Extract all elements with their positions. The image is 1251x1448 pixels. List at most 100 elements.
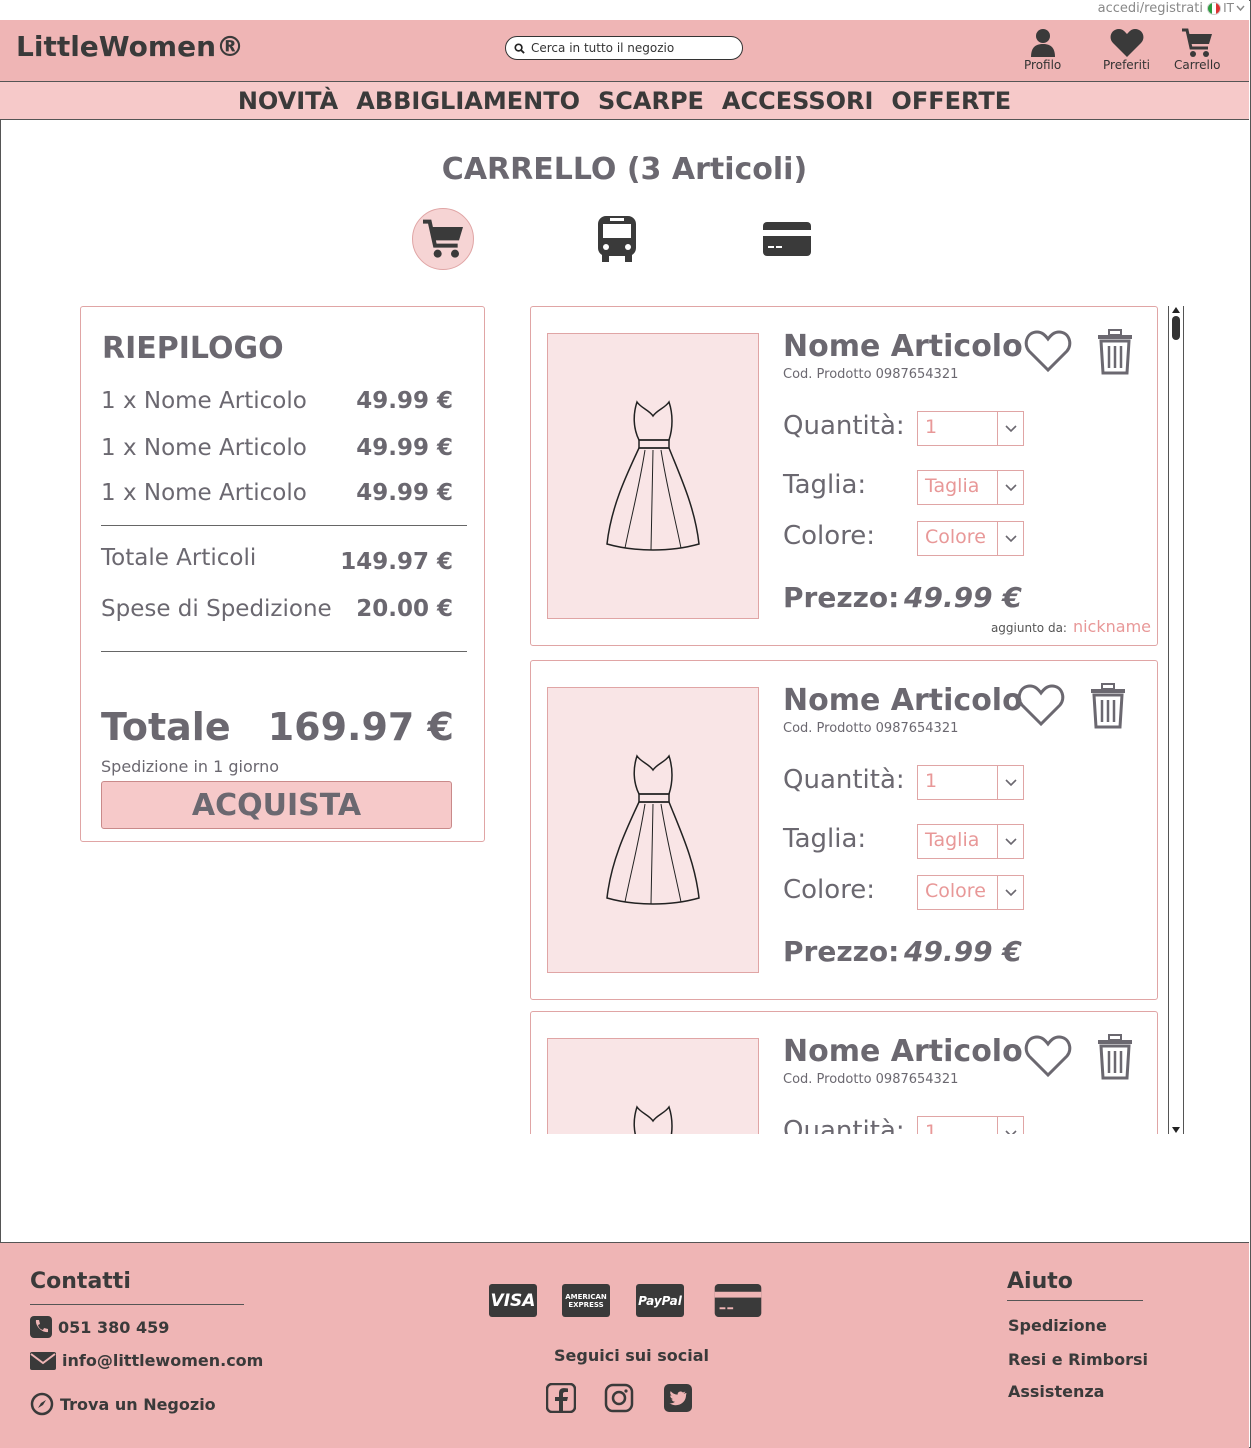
paypal-text: PayPal <box>638 1293 682 1308</box>
user-icon <box>1030 29 1055 57</box>
visa-icon: VISA <box>489 1284 537 1317</box>
color-value: Colore <box>925 526 986 548</box>
profile-button[interactable]: Profilo <box>1024 28 1061 72</box>
help-link-returns[interactable]: Resi e Rimborsi <box>1008 1350 1148 1369</box>
quantity-select[interactable]: 1 <box>917 411 1024 446</box>
search-icon[interactable] <box>514 42 525 54</box>
product-image[interactable] <box>547 333 759 619</box>
summary-line-value: 49.99 € <box>356 480 453 506</box>
cart-item: Nome Articolo Cod. Prodotto 0987654321 Q… <box>530 306 1158 646</box>
favorites-label: Preferiti <box>1103 58 1150 72</box>
size-select[interactable]: Taglia <box>917 824 1024 859</box>
color-label: Colore: <box>783 875 876 905</box>
total-value: 169.97 € <box>267 705 454 749</box>
facebook-icon[interactable] <box>546 1383 576 1413</box>
trash-icon[interactable] <box>1096 329 1134 375</box>
mail-icon <box>30 1351 56 1370</box>
store-locator-label: Trova un Negozio <box>60 1394 216 1414</box>
cart-icon <box>423 219 463 258</box>
trash-icon[interactable] <box>1089 683 1127 729</box>
logo[interactable]: LittleWomen® <box>16 30 244 63</box>
search-input[interactable] <box>529 40 733 56</box>
top-bar: accedi/registrati IT <box>0 0 1249 21</box>
items-total-row: Totale Articoli 149.97 € <box>101 545 453 575</box>
chevron-down-icon <box>997 766 1023 799</box>
quantity-select[interactable]: 1 <box>917 1116 1024 1134</box>
footer: Contatti 051 380 459 info@littlewomen.co… <box>0 1242 1249 1448</box>
favorites-button[interactable]: Preferiti <box>1103 28 1150 72</box>
step-payment[interactable] <box>756 208 818 270</box>
nav-abbigliamento[interactable]: ABBIGLIAMENTO <box>356 87 580 115</box>
product-name[interactable]: Nome Articolo <box>783 1034 1023 1069</box>
quantity-value: 1 <box>925 1121 938 1134</box>
color-select[interactable]: Colore <box>917 875 1024 910</box>
scroll-down-icon[interactable] <box>1172 1127 1180 1133</box>
step-cart[interactable] <box>412 208 474 270</box>
login-link[interactable]: accedi/registrati <box>1098 1 1203 16</box>
nav-accessori[interactable]: ACCESSORI <box>722 87 874 115</box>
product-image[interactable] <box>547 1038 759 1134</box>
dress-icon <box>633 1105 673 1134</box>
profile-label: Profilo <box>1024 58 1062 72</box>
summary-line: 1 x Nome Articolo 49.99 € <box>101 388 453 414</box>
added-by-nickname[interactable]: nickname <box>1073 617 1151 636</box>
search-box[interactable] <box>505 36 743 60</box>
nav-novita[interactable]: NOVITÀ <box>238 87 338 115</box>
delivery-note: Spedizione in 1 giorno <box>101 757 280 776</box>
product-code: Cod. Prodotto 0987654321 <box>783 721 959 736</box>
summary-line-label: 1 x Nome Articolo <box>101 388 307 414</box>
scroll-up-icon[interactable] <box>1172 307 1180 313</box>
product-code: Cod. Prodotto 0987654321 <box>783 1072 959 1087</box>
quantity-value: 1 <box>925 416 938 438</box>
header: LittleWomen® Profilo Preferiti Carrello <box>0 20 1249 82</box>
size-select[interactable]: Taglia <box>917 470 1024 505</box>
credit-card-icon <box>763 222 811 256</box>
language-selector[interactable]: IT <box>1207 1 1245 15</box>
quantity-value: 1 <box>925 770 938 792</box>
heart-outline-icon[interactable] <box>1024 1034 1072 1078</box>
product-image[interactable] <box>547 687 759 973</box>
heart-outline-icon[interactable] <box>1024 329 1072 373</box>
product-name[interactable]: Nome Articolo <box>783 329 1023 364</box>
twitter-icon[interactable] <box>663 1383 693 1413</box>
quantity-label: Quantità: <box>783 411 905 441</box>
dress-icon <box>606 754 700 905</box>
email-contact[interactable]: info@littlewomen.com <box>30 1351 263 1370</box>
heart-icon <box>1110 29 1143 57</box>
summary-line-label: 1 x Nome Articolo <box>101 480 307 506</box>
summary-line: 1 x Nome Articolo 49.99 € <box>101 435 453 461</box>
store-locator-link[interactable]: Trova un Negozio <box>30 1392 216 1416</box>
paypal-icon: PayPal <box>636 1284 684 1317</box>
contacts-title: Contatti <box>30 1269 131 1294</box>
nav-offerte[interactable]: OFFERTE <box>891 87 1011 115</box>
social-title: Seguici sui social <box>554 1346 709 1365</box>
instagram-icon[interactable] <box>604 1383 634 1413</box>
price-value: 49.99 € <box>904 581 1022 614</box>
divider <box>30 1304 244 1305</box>
chevron-down-icon <box>1236 5 1245 11</box>
step-shipping[interactable] <box>586 208 648 270</box>
cart-icon <box>1182 28 1213 57</box>
phone-number: 051 380 459 <box>58 1317 170 1337</box>
help-link-support[interactable]: Assistenza <box>1008 1382 1104 1401</box>
help-link-shipping[interactable]: Spedizione <box>1008 1316 1107 1335</box>
dress-icon <box>606 400 700 551</box>
scrollbar[interactable] <box>1168 306 1184 1134</box>
buy-button[interactable]: ACQUISTA <box>101 781 452 829</box>
cart-items-list[interactable]: Nome Articolo Cod. Prodotto 0987654321 Q… <box>530 306 1184 1134</box>
help-title: Aiuto <box>1007 1269 1073 1294</box>
nav-scarpe[interactable]: SCARPE <box>598 87 704 115</box>
price-value: 49.99 € <box>904 935 1022 968</box>
order-summary: RIEPILOGO 1 x Nome Articolo 49.99 € 1 x … <box>80 306 485 842</box>
heart-outline-icon[interactable] <box>1017 683 1065 727</box>
product-name[interactable]: Nome Articolo <box>783 683 1023 718</box>
color-select[interactable]: Colore <box>917 521 1024 556</box>
trash-icon[interactable] <box>1096 1034 1134 1080</box>
scrollbar-thumb[interactable] <box>1172 316 1180 340</box>
total-label: Totale <box>101 705 231 749</box>
cart-button[interactable]: Carrello <box>1174 28 1221 72</box>
phone-contact[interactable]: 051 380 459 <box>30 1316 169 1338</box>
quantity-select[interactable]: 1 <box>917 765 1024 800</box>
summary-title: RIEPILOGO <box>102 331 284 366</box>
added-by: aggiunto da: nickname <box>991 617 1151 636</box>
